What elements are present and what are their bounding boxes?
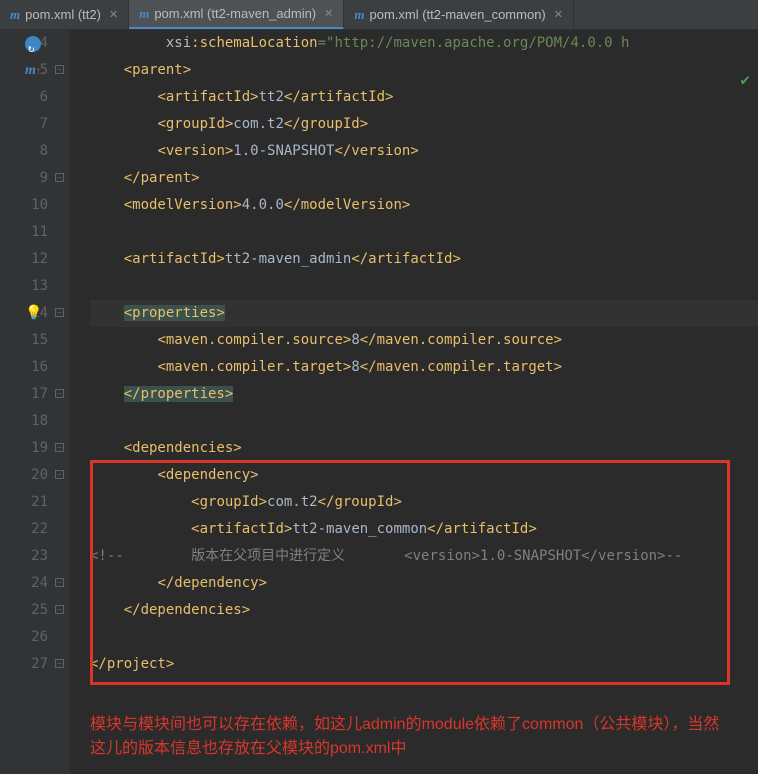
code-editor[interactable]: ✔ 4 5− 6 7 8 9− 10 11 12 13 14− 15 16 17… (0, 30, 758, 774)
refresh-icon[interactable] (25, 36, 41, 52)
code-line: </dependency> (90, 570, 758, 597)
code-line (90, 624, 758, 651)
line-number: 27− (0, 651, 48, 678)
code-line: <!-- 版本在父项目中进行定义 <version>1.0-SNAPSHOT</… (90, 543, 758, 570)
code-line: m↑ <parent> (90, 57, 758, 84)
maven-icon: m (354, 7, 364, 23)
fold-marker[interactable]: − (55, 605, 64, 614)
fold-marker[interactable]: − (55, 443, 64, 452)
fold-marker[interactable]: − (55, 308, 64, 317)
fold-marker[interactable]: − (55, 659, 64, 668)
line-number: 12 (0, 246, 48, 273)
code-line: <maven.compiler.source>8</maven.compiler… (90, 327, 758, 354)
close-icon[interactable]: ✕ (324, 7, 333, 20)
line-number: 17− (0, 381, 48, 408)
line-number: 25− (0, 597, 48, 624)
tab-pom-common[interactable]: m pom.xml (tt2-maven_common) ✕ (344, 0, 574, 29)
line-gutter: 4 5− 6 7 8 9− 10 11 12 13 14− 15 16 17− … (0, 30, 70, 774)
code-line: <dependencies> (90, 435, 758, 462)
code-line (90, 273, 758, 300)
line-number: 8 (0, 138, 48, 165)
tab-pom-admin[interactable]: m pom.xml (tt2-maven_admin) ✕ (129, 0, 344, 29)
line-number: 20− (0, 462, 48, 489)
maven-icon: m (10, 7, 20, 23)
code-line: </project> (90, 651, 758, 678)
fold-marker[interactable]: − (55, 470, 64, 479)
code-content[interactable]: xsi:schemaLocation="http://maven.apache.… (70, 30, 758, 774)
editor-tabs: m pom.xml (tt2) ✕ m pom.xml (tt2-maven_a… (0, 0, 758, 30)
close-icon[interactable]: ✕ (109, 8, 118, 21)
code-line: <artifactId>tt2-maven_admin</artifactId> (90, 246, 758, 273)
code-line: xsi:schemaLocation="http://maven.apache.… (90, 30, 758, 57)
line-number: 16 (0, 354, 48, 381)
line-number: 7 (0, 111, 48, 138)
line-number: 26 (0, 624, 48, 651)
line-number: 15 (0, 327, 48, 354)
code-line: </parent> (90, 165, 758, 192)
code-line: <groupId>com.t2</groupId> (90, 489, 758, 516)
line-number: 10 (0, 192, 48, 219)
line-number: 9− (0, 165, 48, 192)
code-line: 💡 <properties> (90, 300, 758, 327)
tab-label: pom.xml (tt2) (25, 7, 101, 22)
code-line: <artifactId>tt2</artifactId> (90, 84, 758, 111)
line-number: 11 (0, 219, 48, 246)
code-line: <version>1.0-SNAPSHOT</version> (90, 138, 758, 165)
close-icon[interactable]: ✕ (554, 8, 563, 21)
code-line: <maven.compiler.target>8</maven.compiler… (90, 354, 758, 381)
line-number: 6 (0, 84, 48, 111)
fold-marker[interactable]: − (55, 389, 64, 398)
line-number: 19− (0, 435, 48, 462)
tab-label: pom.xml (tt2-maven_common) (369, 7, 545, 22)
annotation-text: 模块与模块间也可以存在依赖，如这儿admin的module依赖了common（公… (90, 713, 730, 761)
line-number: 23 (0, 543, 48, 570)
fold-marker[interactable]: − (55, 65, 64, 74)
fold-marker[interactable]: − (55, 578, 64, 587)
code-line: </properties> (90, 381, 758, 408)
line-number: 13 (0, 273, 48, 300)
line-number: 22 (0, 516, 48, 543)
line-number: 18 (0, 408, 48, 435)
line-number: 24− (0, 570, 48, 597)
code-line (90, 408, 758, 435)
maven-icon: m (139, 6, 149, 22)
code-line (90, 219, 758, 246)
code-line: <modelVersion>4.0.0</modelVersion> (90, 192, 758, 219)
line-number: 21 (0, 489, 48, 516)
tab-pom-tt2[interactable]: m pom.xml (tt2) ✕ (0, 0, 129, 29)
code-line: <artifactId>tt2-maven_common</artifactId… (90, 516, 758, 543)
fold-marker[interactable]: − (55, 173, 64, 182)
code-line: <groupId>com.t2</groupId> (90, 111, 758, 138)
tab-label: pom.xml (tt2-maven_admin) (154, 6, 316, 21)
bulb-icon[interactable]: 💡 (25, 300, 42, 327)
code-line: <dependency> (90, 462, 758, 489)
code-line: </dependencies> (90, 597, 758, 624)
